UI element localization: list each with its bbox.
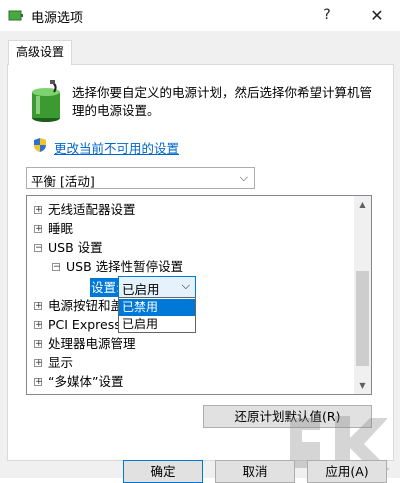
collapse-icon[interactable]: − (52, 262, 61, 271)
tree-item-label: USB 设置 (48, 240, 103, 255)
tree-item-multimedia[interactable]: + “多媒体”设置 (34, 372, 123, 391)
title-bar: 电源选项 ? ✕ (0, 0, 400, 31)
tree-item-label: 显示 (48, 355, 74, 370)
restore-defaults-button[interactable]: 还原计划默认值(R) (203, 405, 372, 428)
window-title: 电源选项 (31, 11, 84, 26)
ok-button[interactable]: 确定 (123, 460, 203, 483)
tree-item-display[interactable]: + 显示 (34, 353, 73, 372)
close-button[interactable]: ✕ (354, 0, 400, 31)
tab-advanced-settings[interactable]: 高级设置 (8, 40, 72, 65)
expand-icon[interactable]: + (34, 320, 43, 329)
tree-item-label: USB 选择性暂停设置 (66, 259, 184, 274)
tree-item-sleep[interactable]: + 睡眠 (34, 219, 73, 238)
tree-item-label: 处理器电源管理 (48, 336, 136, 351)
description-text: 选择你要自定义的电源计划，然后选择你希望计算机管理的电源设置。 (72, 85, 373, 118)
tree-item-usb-selective-suspend[interactable]: − USB 选择性暂停设置 (52, 257, 183, 276)
scroll-down-icon[interactable]: ▼ (354, 377, 371, 394)
scroll-up-icon[interactable]: ▲ (354, 196, 371, 213)
tree-item-label: 无线适配器设置 (48, 202, 136, 217)
expand-icon[interactable]: + (34, 205, 43, 214)
setting-dropdown-list[interactable]: 已禁用 已启用 (118, 297, 196, 333)
battery-app-icon (8, 10, 23, 21)
power-options-icon (32, 80, 60, 122)
cancel-button[interactable]: 取消 (215, 460, 295, 483)
expand-icon[interactable]: + (34, 339, 43, 348)
expand-icon[interactable]: + (34, 301, 43, 310)
setting-value: 已启用 (122, 282, 160, 297)
usb-suspend-setting-select[interactable]: 已启用 ⌵ (118, 276, 196, 298)
power-plan-select[interactable]: 平衡 [活动] ⌵ (26, 167, 255, 189)
tree-item-wireless[interactable]: + 无线适配器设置 (34, 200, 136, 219)
expand-icon[interactable]: + (34, 224, 43, 233)
tree-scrollbar[interactable]: ▲ ▼ (354, 196, 371, 394)
tree-item-pci-express[interactable]: + PCI Express (34, 315, 121, 334)
tree-item-usb[interactable]: − USB 设置 (34, 238, 103, 257)
chevron-down-icon: ⌵ (181, 279, 190, 292)
tree-item-processor[interactable]: + 处理器电源管理 (34, 334, 136, 353)
option-enabled[interactable]: 已启用 (119, 316, 195, 333)
uac-shield-icon (34, 138, 46, 152)
power-plan-value: 平衡 [活动] (31, 174, 95, 189)
collapse-icon[interactable]: − (34, 243, 43, 252)
option-disabled[interactable]: 已禁用 (119, 299, 195, 316)
scroll-thumb[interactable] (356, 271, 369, 366)
expand-icon[interactable]: + (34, 358, 43, 367)
expand-icon[interactable]: + (34, 377, 43, 386)
tree-item-label: 睡眠 (48, 221, 74, 236)
chevron-down-icon: ⌵ (239, 171, 248, 184)
tree-item-label: “多媒体”设置 (48, 374, 124, 389)
tree-item-label: 电源按钮和盖 (48, 298, 124, 313)
power-settings-tree[interactable]: + 无线适配器设置 + 睡眠 − USB 设置 − USB 选择性暂停设置 + 电源按钮和… (26, 195, 372, 395)
setting-label: 设置: (90, 278, 122, 297)
tree-item-label: PCI Express (48, 317, 121, 332)
change-unavailable-settings-link[interactable]: 更改当前不可用的设置 (54, 138, 179, 157)
tree-item-power-buttons[interactable]: + 电源按钮和盖 (34, 296, 123, 315)
apply-button[interactable]: 应用(A) (307, 460, 387, 483)
help-button[interactable]: ? (304, 0, 350, 31)
